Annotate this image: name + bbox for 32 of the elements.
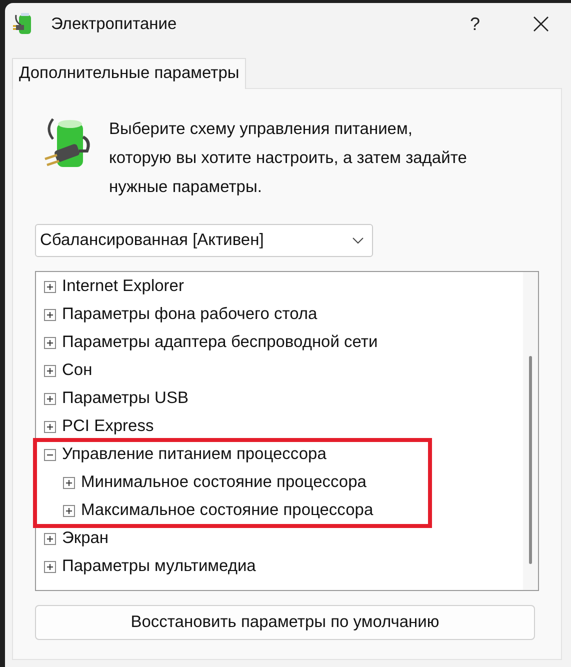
expand-icon[interactable] [44, 392, 56, 405]
expand-icon[interactable] [44, 308, 56, 321]
expand-icon[interactable] [63, 476, 75, 489]
tree-item[interactable]: Параметры USB [62, 386, 188, 412]
tree-item[interactable]: Internet Explorer [62, 274, 184, 300]
tree-item[interactable]: Параметры адаптера беспроводной сети [62, 330, 378, 356]
chevron-down-icon [352, 236, 364, 244]
expand-icon[interactable] [44, 336, 56, 349]
expand-icon[interactable] [44, 280, 56, 293]
expand-icon[interactable] [44, 364, 56, 377]
tree-item[interactable]: Управление питанием процессора [62, 442, 326, 468]
tree-item[interactable]: Минимальное состояние процессора [81, 470, 366, 496]
description-text: Выберите схему управления питанием, которую вы хотите настроить, а затем задайте нужные параметры. [109, 118, 468, 198]
scrollbar[interactable] [523, 272, 538, 590]
expand-icon[interactable] [44, 532, 56, 545]
expand-icon[interactable] [63, 504, 75, 517]
plan-dropdown[interactable]: Сбалансированная [Активен] [35, 224, 373, 257]
help-button[interactable]: ? [455, 10, 495, 38]
collapse-icon[interactable] [44, 448, 56, 461]
tree-item[interactable]: Сон [62, 358, 92, 384]
tree-item[interactable]: Экран [62, 526, 109, 552]
tab[interactable]: Дополнительные параметры [12, 58, 246, 89]
restore-defaults-button[interactable]: Восстановить параметры по умолчанию [35, 604, 535, 640]
window-title: Электропитание [51, 14, 177, 35]
tree-item[interactable]: Максимальное состояние процессора [81, 498, 374, 524]
scrollbar-thumb[interactable] [529, 356, 532, 564]
close-icon [533, 16, 549, 32]
tree-item[interactable]: PCI Express [62, 414, 154, 440]
tree-item[interactable]: Параметры фона рабочего стола [62, 302, 318, 328]
tree-item[interactable]: Параметры мультимедиа [62, 554, 256, 580]
expand-icon[interactable] [44, 420, 56, 433]
expand-icon[interactable] [44, 560, 56, 573]
